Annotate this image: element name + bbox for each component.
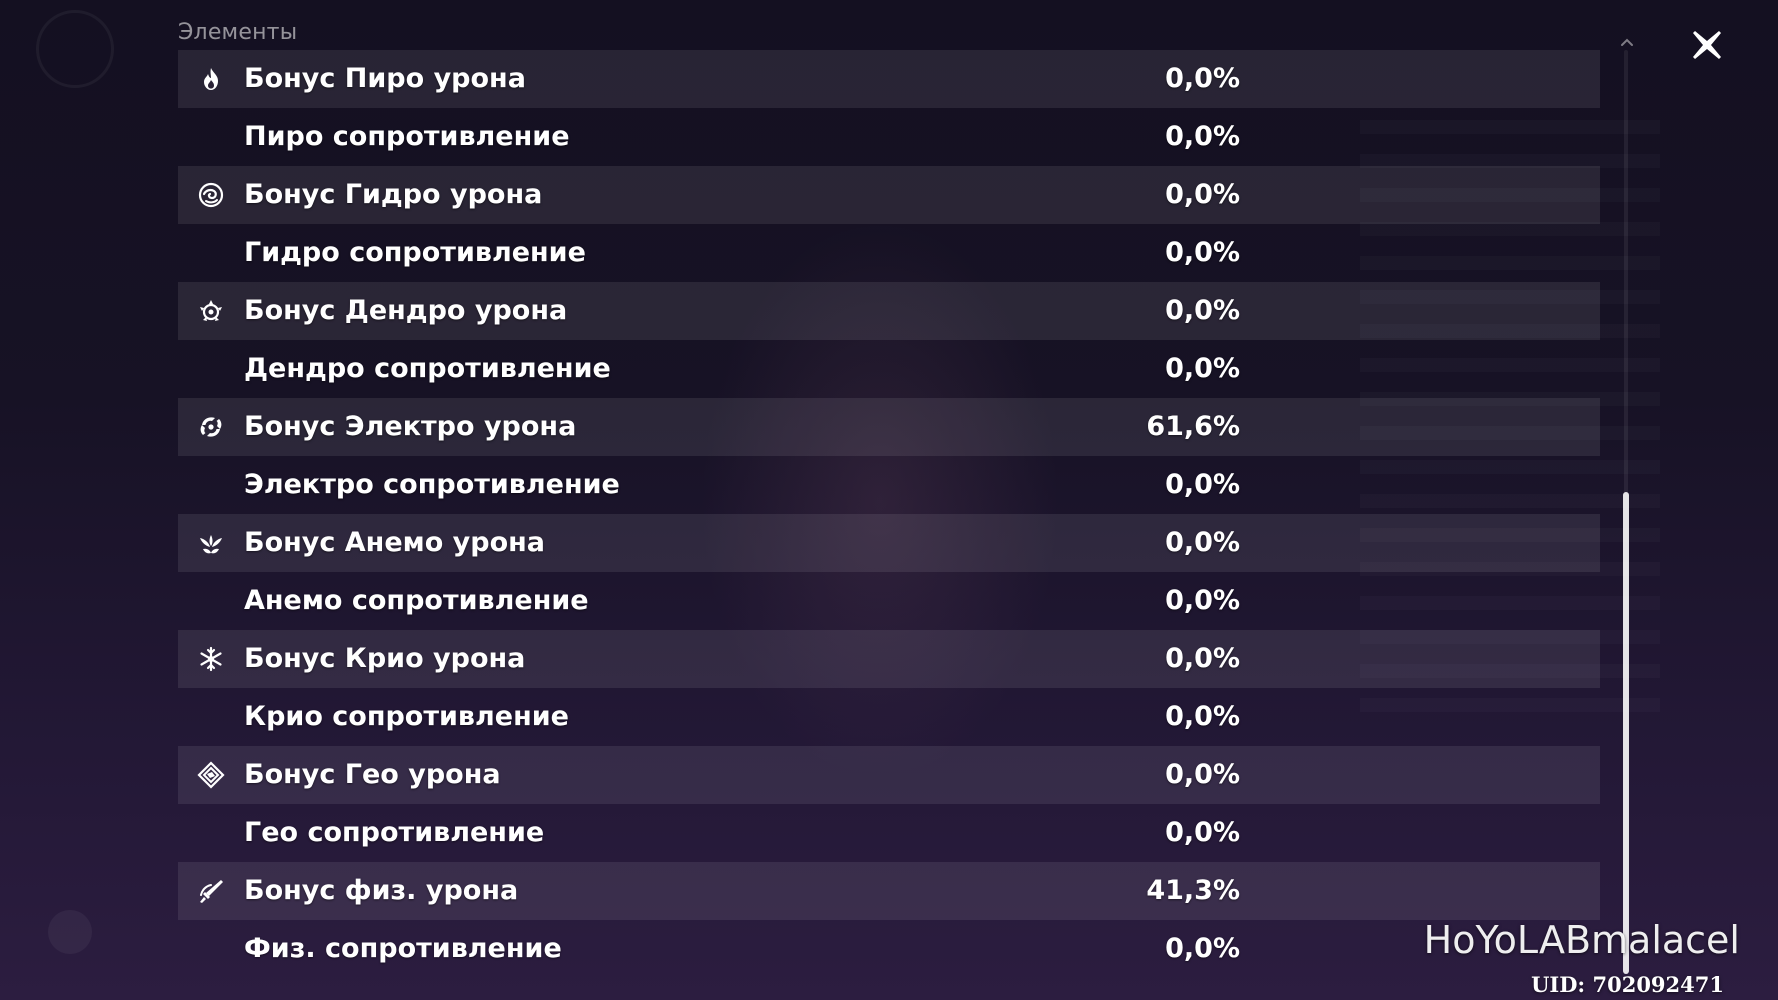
dendro-icon — [196, 296, 226, 326]
stat-row-physical-res: Физ. сопротивление 0,0% — [178, 920, 1600, 978]
stat-value: 0,0% — [1165, 295, 1240, 326]
stat-label: Бонус Гео урона — [244, 759, 501, 790]
stat-row-electro-res: Электро сопротивление 0,0% — [178, 456, 1600, 514]
stat-value: 0,0% — [1165, 817, 1240, 848]
stat-label: Крио сопротивление — [244, 701, 569, 732]
stat-label: Бонус Анемо урона — [244, 527, 546, 558]
stat-row-pyro-res: Пиро сопротивление 0,0% — [178, 108, 1600, 166]
background-emblem — [36, 10, 114, 88]
stat-row-hydro-bonus: Бонус Гидро урона 0,0% — [178, 166, 1600, 224]
stat-label: Гео сопротивление — [244, 817, 545, 848]
stat-label: Электро сопротивление — [244, 469, 620, 500]
stat-label: Физ. сопротивление — [244, 933, 562, 964]
stat-label: Дендро сопротивление — [244, 353, 611, 384]
watermark: HoYoLABmalacel — [1423, 918, 1740, 962]
stat-row-hydro-res: Гидро сопротивление 0,0% — [178, 224, 1600, 282]
hydro-icon — [196, 180, 226, 210]
stat-row-pyro-bonus: Бонус Пиро урона 0,0% — [178, 50, 1600, 108]
cryo-icon — [196, 644, 226, 674]
elements-panel: Элементы Бонус Пиро урона 0,0% Пиро сопр… — [178, 0, 1600, 1000]
stat-value: 41,3% — [1146, 875, 1240, 906]
stat-value: 0,0% — [1165, 701, 1240, 732]
section-title: Элементы — [178, 20, 298, 45]
stat-label: Бонус физ. урона — [244, 875, 519, 906]
background-menu-icon — [48, 910, 92, 954]
stat-label: Анемо сопротивление — [244, 585, 589, 616]
anemo-icon — [196, 528, 226, 558]
stat-value: 0,0% — [1165, 933, 1240, 964]
stat-row-electro-bonus: Бонус Электро урона 61,6% — [178, 398, 1600, 456]
physical-icon — [196, 876, 226, 906]
geo-icon — [196, 760, 226, 790]
stat-value: 0,0% — [1165, 121, 1240, 152]
close-icon — [1693, 31, 1721, 59]
uid-label: UID: 702092471 — [1531, 972, 1724, 997]
stat-label: Бонус Пиро урона — [244, 63, 526, 94]
stat-value: 0,0% — [1165, 759, 1240, 790]
pyro-icon — [196, 64, 226, 94]
stat-label: Бонус Крио урона — [244, 643, 526, 674]
stat-row-dendro-res: Дендро сопротивление 0,0% — [178, 340, 1600, 398]
stat-row-geo-bonus: Бонус Гео урона 0,0% — [178, 746, 1600, 804]
element-stats-list[interactable]: Бонус Пиро урона 0,0% Пиро сопротивление… — [178, 50, 1600, 978]
stat-value: 0,0% — [1165, 179, 1240, 210]
stat-value: 0,0% — [1165, 469, 1240, 500]
stat-row-anemo-res: Анемо сопротивление 0,0% — [178, 572, 1600, 630]
scroll-up-icon[interactable] — [1619, 36, 1635, 48]
stat-label: Бонус Электро урона — [244, 411, 577, 442]
stat-row-anemo-bonus: Бонус Анемо урона 0,0% — [178, 514, 1600, 572]
stat-row-cryo-bonus: Бонус Крио урона 0,0% — [178, 630, 1600, 688]
stat-label: Гидро сопротивление — [244, 237, 586, 268]
stat-label: Бонус Дендро урона — [244, 295, 568, 326]
stat-value: 0,0% — [1165, 353, 1240, 384]
stat-value: 61,6% — [1146, 411, 1240, 442]
stat-value: 0,0% — [1165, 585, 1240, 616]
stat-value: 0,0% — [1165, 237, 1240, 268]
stat-row-cryo-res: Крио сопротивление 0,0% — [178, 688, 1600, 746]
electro-icon — [196, 412, 226, 442]
stat-label: Бонус Гидро урона — [244, 179, 543, 210]
stat-row-physical-bonus: Бонус физ. урона 41,3% — [178, 862, 1600, 920]
stat-value: 0,0% — [1165, 527, 1240, 558]
close-button[interactable] — [1688, 26, 1726, 64]
stat-value: 0,0% — [1165, 63, 1240, 94]
stat-row-geo-res: Гео сопротивление 0,0% — [178, 804, 1600, 862]
stat-value: 0,0% — [1165, 643, 1240, 674]
stat-label: Пиро сопротивление — [244, 121, 570, 152]
scrollbar-thumb[interactable] — [1623, 492, 1629, 974]
stat-row-dendro-bonus: Бонус Дендро урона 0,0% — [178, 282, 1600, 340]
